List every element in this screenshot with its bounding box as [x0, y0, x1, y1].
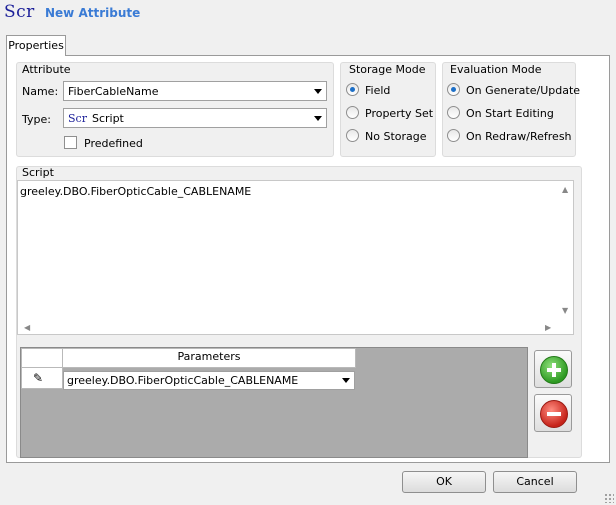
storage-mode-title: Storage Mode [349, 63, 426, 76]
tab-properties[interactable]: Properties [6, 35, 66, 56]
script-group-title: Script [22, 166, 54, 179]
script-icon: Scr [4, 2, 35, 22]
attribute-group-title: Attribute [22, 63, 71, 76]
radio-on-generate-update[interactable] [447, 83, 460, 96]
parameters-grid: Parameters ✎ greeley.DBO.FiberOpticCable… [20, 347, 528, 458]
scroll-down-icon[interactable]: ▼ [562, 306, 568, 315]
predefined-label: Predefined [84, 137, 143, 150]
type-label: Type: [22, 113, 51, 126]
evaluation-mode-title: Evaluation Mode [450, 63, 542, 76]
dialog-title: New Attribute [45, 6, 141, 20]
radio-on-generate-update-label: On Generate/Update [466, 84, 581, 97]
chevron-down-icon [314, 116, 322, 121]
minus-icon [540, 400, 568, 428]
type-value-text: Script [91, 112, 124, 125]
radio-on-redraw-refresh[interactable] [447, 129, 460, 142]
parameter-value-combobox[interactable]: greeley.DBO.FiberOpticCable_CABLENAME [63, 371, 355, 390]
vertical-scrollbar[interactable]: ▲ ▼ [559, 181, 573, 321]
add-parameter-button[interactable] [534, 350, 572, 388]
radio-on-redraw-refresh-label: On Redraw/Refresh [466, 130, 572, 143]
resize-grip[interactable] [604, 493, 614, 503]
row-header-editing[interactable]: ✎ [21, 367, 63, 389]
radio-field[interactable] [346, 83, 359, 96]
pencil-icon: ✎ [33, 371, 44, 385]
script-textarea[interactable]: greeley.DBO.FiberOpticCable_CABLENAME ▲ … [17, 180, 574, 335]
grid-corner-cell [21, 348, 63, 368]
name-combobox[interactable]: FiberCableName [63, 81, 327, 101]
plus-icon [540, 356, 568, 384]
parameter-value: greeley.DBO.FiberOpticCable_CABLENAME [67, 374, 299, 387]
type-value: Scr Script [68, 112, 124, 125]
horizontal-scrollbar[interactable]: ◀ ▶ [18, 320, 561, 334]
script-type-icon: Scr [68, 112, 87, 125]
scroll-up-icon[interactable]: ▲ [562, 185, 568, 194]
script-text: greeley.DBO.FiberOpticCable_CABLENAME [20, 185, 252, 198]
radio-no-storage-label: No Storage [365, 130, 427, 143]
chevron-down-icon [314, 89, 322, 94]
name-label: Name: [22, 85, 59, 98]
radio-field-label: Field [365, 84, 391, 97]
radio-on-start-editing[interactable] [447, 106, 460, 119]
scroll-right-icon[interactable]: ▶ [545, 323, 551, 332]
name-value: FiberCableName [68, 85, 159, 98]
radio-property-set-label: Property Set [365, 107, 434, 120]
radio-property-set[interactable] [346, 106, 359, 119]
radio-no-storage[interactable] [346, 129, 359, 142]
predefined-checkbox[interactable] [64, 136, 77, 149]
cancel-button[interactable]: Cancel [493, 471, 577, 493]
type-combobox[interactable]: Scr Script [63, 108, 327, 128]
radio-on-start-editing-label: On Start Editing [466, 107, 554, 120]
remove-parameter-button[interactable] [534, 394, 572, 432]
chevron-down-icon [342, 378, 350, 383]
parameters-column-header[interactable]: Parameters [62, 348, 356, 368]
ok-button[interactable]: OK [402, 471, 486, 493]
scroll-left-icon[interactable]: ◀ [24, 323, 30, 332]
